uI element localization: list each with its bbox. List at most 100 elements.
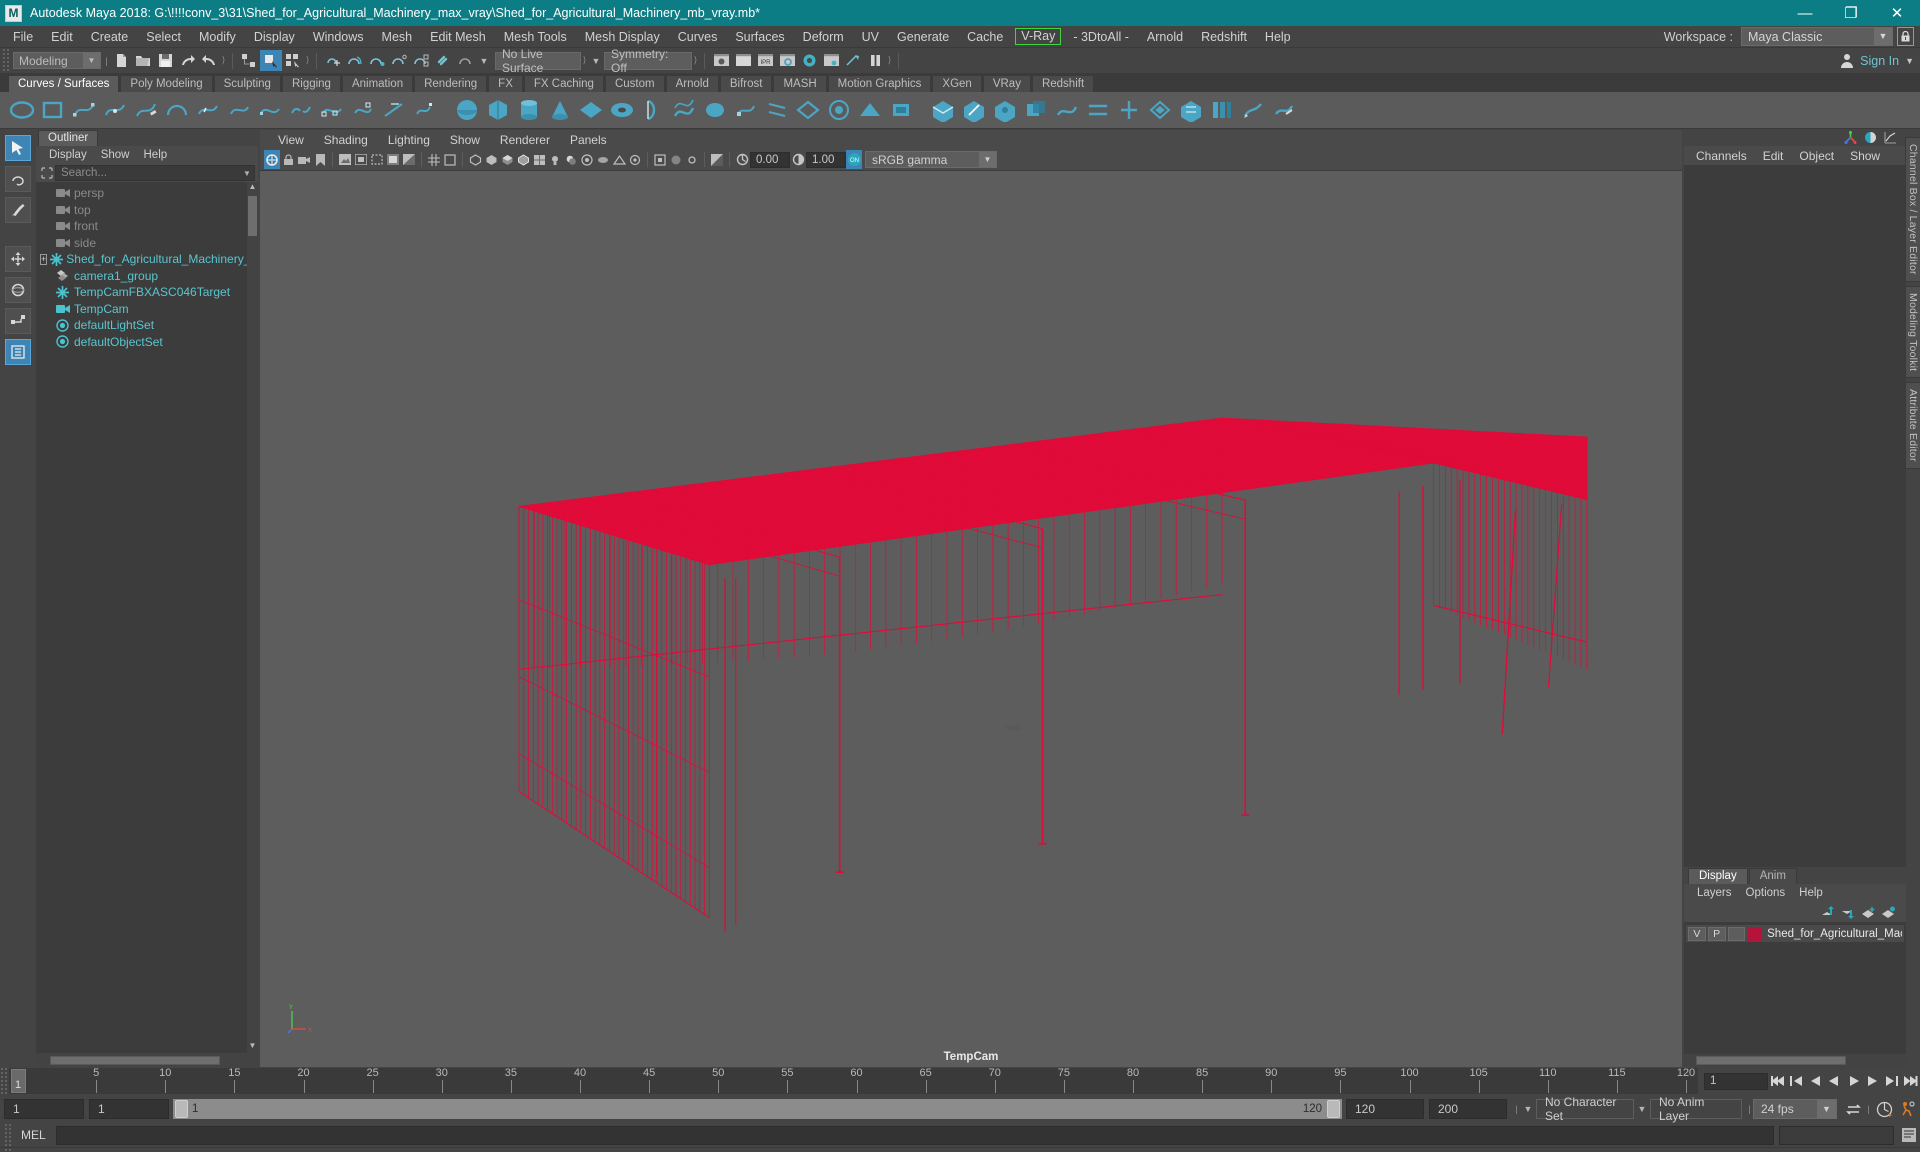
undo-icon[interactable]	[176, 50, 198, 71]
shed-wireframe-model[interactable]	[260, 171, 1682, 1067]
intersect-surfaces-icon[interactable]	[927, 95, 958, 126]
shelf-tab-custom[interactable]: Custom	[604, 75, 665, 92]
duplicate-surface-curves-icon[interactable]	[409, 95, 440, 126]
nurbs-cylinder-icon[interactable]	[513, 95, 544, 126]
insert-knot-icon[interactable]	[192, 95, 223, 126]
shelf-tab-fx[interactable]: FX	[488, 75, 523, 92]
select-camera-icon[interactable]	[264, 150, 280, 169]
step-back-key-icon[interactable]	[1787, 1071, 1806, 1091]
exposure-gamma-icon[interactable]	[709, 150, 725, 169]
rebuild-surfaces-icon[interactable]	[1175, 95, 1206, 126]
chevron-down-icon[interactable]: ▼	[588, 56, 604, 66]
boundary-icon[interactable]	[792, 95, 823, 126]
menu-select[interactable]: Select	[137, 26, 190, 48]
menu-mesh[interactable]: Mesh	[373, 26, 422, 48]
menu-create[interactable]: Create	[82, 26, 138, 48]
trim-tool-icon[interactable]	[958, 95, 989, 126]
outliner-item-side[interactable]: side	[36, 235, 258, 252]
outliner-menu-help[interactable]: Help	[137, 149, 175, 161]
shadows-icon[interactable]	[563, 150, 579, 169]
anim-start-field[interactable]: 1	[89, 1099, 169, 1119]
film-gate-icon[interactable]	[353, 150, 369, 169]
rail-tab-channel-box-layer-editor[interactable]: Channel Box / Layer Editor	[1905, 137, 1920, 282]
make-live-icon[interactable]	[432, 50, 454, 71]
anim-layer-combobox[interactable]: No Anim Layer	[1650, 1095, 1742, 1123]
section-divider[interactable]: ⟩	[304, 52, 311, 70]
menu-v-ray[interactable]: V-Ray	[1015, 28, 1062, 45]
pause-icon[interactable]	[864, 50, 886, 71]
ep-curve-tool-icon[interactable]	[99, 95, 130, 126]
outliner-horizontal-scrollbar[interactable]	[36, 1053, 258, 1067]
birail-icon[interactable]	[761, 95, 792, 126]
menu-cache[interactable]: Cache	[958, 26, 1012, 48]
outliner-tree[interactable]: ▲ ▼ persp top front side + Shed_for_Agricultu…	[36, 182, 258, 1053]
attribute-editor-icon[interactable]	[1860, 130, 1880, 146]
bevel-icon[interactable]	[854, 95, 885, 126]
menu-arnold[interactable]: Arnold	[1138, 26, 1192, 48]
redo-icon[interactable]	[198, 50, 220, 71]
pencil-curve-tool-icon[interactable]	[130, 95, 161, 126]
layer-list[interactable]: VP Shed_for_Agricultural_Machin	[1684, 922, 1906, 1054]
xray-joints-icon[interactable]	[684, 150, 700, 169]
shelf-tab-rigging[interactable]: Rigging	[281, 75, 341, 92]
menu-mesh-display[interactable]: Mesh Display	[576, 26, 669, 48]
grid-toggle-icon[interactable]	[426, 150, 442, 169]
redo-render-icon[interactable]	[732, 50, 754, 71]
minimize-icon[interactable]: —	[1782, 0, 1828, 26]
layer-menu-help[interactable]: Help	[1792, 887, 1830, 899]
lock-icon[interactable]	[1897, 27, 1914, 46]
live-surface-field[interactable]: No Live Surface	[495, 47, 581, 75]
menu-generate[interactable]: Generate	[888, 26, 958, 48]
menu-file[interactable]: File	[4, 26, 42, 48]
planar-icon[interactable]	[699, 95, 730, 126]
graph-editor-icon[interactable]	[1880, 130, 1900, 146]
menu-surfaces[interactable]: Surfaces	[726, 26, 793, 48]
rail-tab-modeling-toolkit[interactable]: Modeling Toolkit	[1905, 285, 1920, 378]
rotate-tool-icon[interactable]	[5, 277, 31, 303]
scale-tool-icon[interactable]	[5, 308, 31, 334]
resolution-gate-icon[interactable]	[369, 150, 385, 169]
color-profile-combobox[interactable]: sRGB gamma ▼	[865, 151, 997, 168]
open-close-curve-icon[interactable]	[347, 95, 378, 126]
render-settings-icon[interactable]	[776, 50, 798, 71]
section-divider[interactable]: |	[1746, 1100, 1753, 1118]
symmetry-field[interactable]: Symmetry: Off	[604, 47, 692, 75]
menu-modify[interactable]: Modify	[190, 26, 245, 48]
cv-curve-tool-icon[interactable]	[68, 95, 99, 126]
move-layer-down-icon[interactable]	[1838, 903, 1858, 921]
reverse-direction-icon[interactable]	[1206, 95, 1237, 126]
section-divider[interactable]: |	[1865, 1100, 1872, 1118]
chevron-down-icon[interactable]: ▼	[83, 53, 100, 68]
command-language-label[interactable]: MEL	[11, 1128, 56, 1142]
save-scene-icon[interactable]	[154, 50, 176, 71]
viewport-menu-panels[interactable]: Panels	[560, 133, 617, 147]
menu-windows[interactable]: Windows	[304, 26, 373, 48]
wireframe-shading-icon[interactable]	[467, 150, 483, 169]
scrollbar-thumb[interactable]	[248, 196, 257, 236]
detach-curves-icon[interactable]	[285, 95, 316, 126]
menu-uv[interactable]: UV	[853, 26, 888, 48]
outliner-item-top[interactable]: top	[36, 202, 258, 219]
lasso-tool-icon[interactable]	[5, 166, 31, 192]
shelf-tab-bifrost[interactable]: Bifrost	[719, 75, 773, 92]
outliner-item-persp[interactable]: persp	[36, 185, 258, 202]
sign-in-label[interactable]: Sign In	[1860, 54, 1899, 68]
lock-camera-icon[interactable]	[280, 150, 296, 169]
chevron-down-icon[interactable]: ▼	[1520, 1104, 1536, 1114]
restore-icon[interactable]: ❐	[1828, 0, 1874, 26]
workspace-combobox[interactable]: Maya Classic ▼	[1741, 27, 1893, 46]
depth-of-field-icon[interactable]	[627, 150, 643, 169]
lighting-display-icon[interactable]	[547, 150, 563, 169]
layer-menu-layers[interactable]: Layers	[1690, 887, 1739, 899]
outliner-item-tempcamfbxasc046target[interactable]: TempCamFBXASC046Target	[36, 284, 258, 301]
shelf-tab-sculpting[interactable]: Sculpting	[213, 75, 281, 92]
nurbs-cone-icon[interactable]	[544, 95, 575, 126]
section-divider[interactable]: ⟩	[886, 52, 893, 70]
auto-keyframe-icon[interactable]	[1872, 1099, 1896, 1119]
color-management-toggle-icon[interactable]: ON	[846, 150, 862, 169]
snap-to-curve-icon[interactable]	[344, 50, 366, 71]
layer-color-swatch[interactable]	[1747, 926, 1763, 941]
menu-help[interactable]: Help	[1256, 26, 1300, 48]
anim-end-field[interactable]: 200	[1429, 1099, 1507, 1119]
scrollbar-thumb[interactable]	[1696, 1056, 1846, 1065]
